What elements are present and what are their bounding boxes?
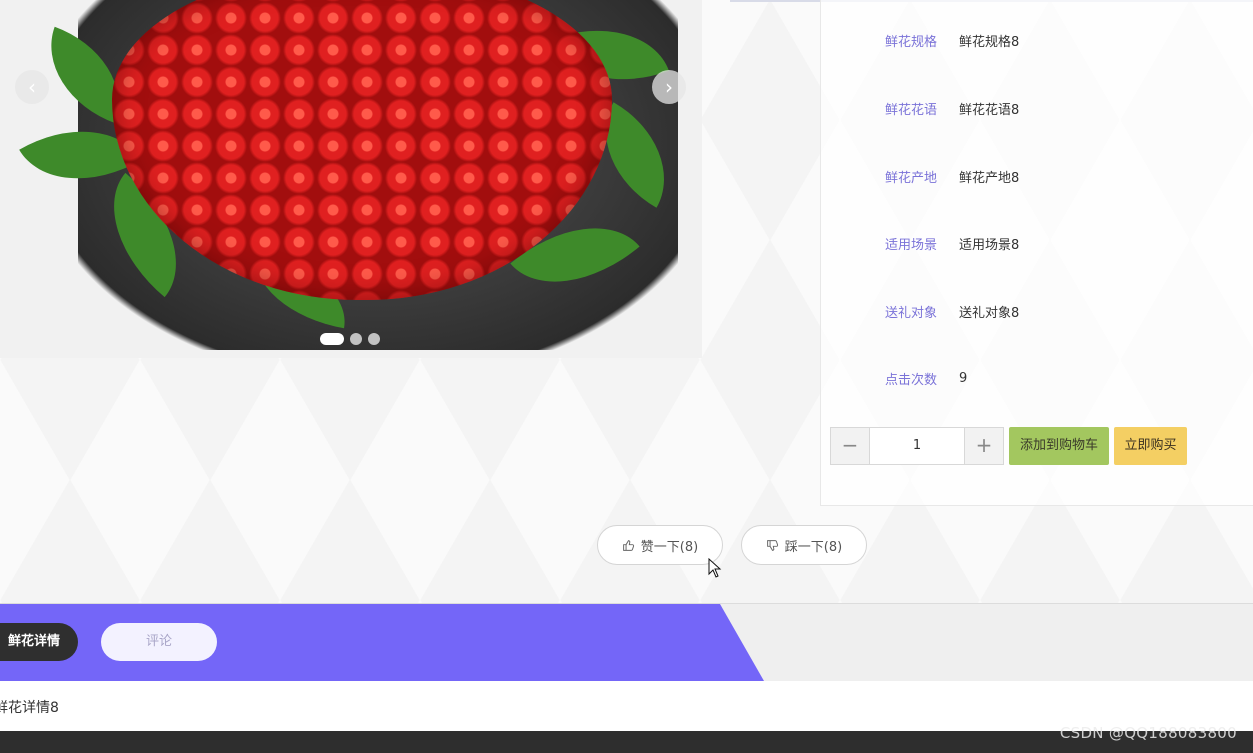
detail-row-occasion: 适用场景 适用场景8 bbox=[885, 231, 1019, 255]
carousel-dot[interactable] bbox=[350, 333, 362, 345]
mouse-cursor-icon bbox=[708, 558, 722, 578]
detail-row-origin: 鲜花产地 鲜花产地8 bbox=[885, 164, 1019, 188]
carousel-prev-button[interactable]: ‹ bbox=[15, 70, 49, 104]
product-image-carousel[interactable]: ‹ › bbox=[0, 0, 702, 358]
detail-label: 鲜花产地 bbox=[885, 170, 938, 186]
thumbs-down-icon bbox=[766, 539, 778, 551]
detail-label: 鲜花花语 bbox=[885, 102, 938, 118]
detail-row-meaning: 鲜花花语 鲜花花语8 bbox=[885, 96, 1019, 120]
quantity-decrease-button[interactable]: − bbox=[830, 427, 870, 465]
tab-flower-details[interactable]: 鲜花详情 bbox=[0, 623, 78, 661]
like-button[interactable]: 赞一下(8) bbox=[597, 525, 723, 565]
detail-value: 适用场景8 bbox=[959, 237, 1020, 253]
watermark-text: CSDN @QQ188083800 bbox=[1059, 724, 1237, 742]
detail-value: 送礼对象8 bbox=[959, 305, 1020, 321]
dislike-button[interactable]: 踩一下(8) bbox=[741, 525, 867, 565]
quantity-increase-button[interactable]: + bbox=[964, 427, 1004, 465]
like-label: 赞一下(8) bbox=[640, 539, 699, 555]
carousel-next-button[interactable]: › bbox=[652, 70, 686, 104]
carousel-dot[interactable] bbox=[368, 333, 380, 345]
dislike-label: 踩一下(8) bbox=[784, 539, 843, 555]
detail-label: 点击次数 bbox=[885, 372, 938, 388]
carousel-indicators bbox=[320, 333, 380, 345]
detail-value: 鲜花产地8 bbox=[959, 170, 1020, 186]
detail-row-recipient: 送礼对象 送礼对象8 bbox=[885, 299, 1019, 323]
detail-value: 鲜花规格8 bbox=[959, 34, 1020, 50]
detail-label: 鲜花规格 bbox=[885, 34, 938, 50]
detail-row-clicks: 点击次数 9 bbox=[885, 366, 967, 390]
detail-value: 9 bbox=[959, 370, 968, 386]
buy-now-button[interactable]: 立即购买 bbox=[1114, 427, 1187, 465]
thumbs-up-icon bbox=[622, 539, 634, 551]
add-to-cart-button[interactable]: 添加到购物车 bbox=[1009, 427, 1109, 465]
flower-detail-text: 鲜花详情8 bbox=[0, 700, 59, 716]
quantity-input[interactable]: 1 bbox=[870, 427, 964, 465]
detail-row-spec: 鲜花规格 鲜花规格8 bbox=[885, 28, 1019, 52]
quantity-stepper: − 1 + bbox=[830, 427, 1004, 465]
detail-value: 鲜花花语8 bbox=[959, 102, 1020, 118]
detail-label: 送礼对象 bbox=[885, 305, 938, 321]
detail-label: 适用场景 bbox=[885, 237, 938, 253]
tab-comments[interactable]: 评论 bbox=[101, 623, 217, 661]
carousel-dot-active[interactable] bbox=[320, 333, 344, 345]
